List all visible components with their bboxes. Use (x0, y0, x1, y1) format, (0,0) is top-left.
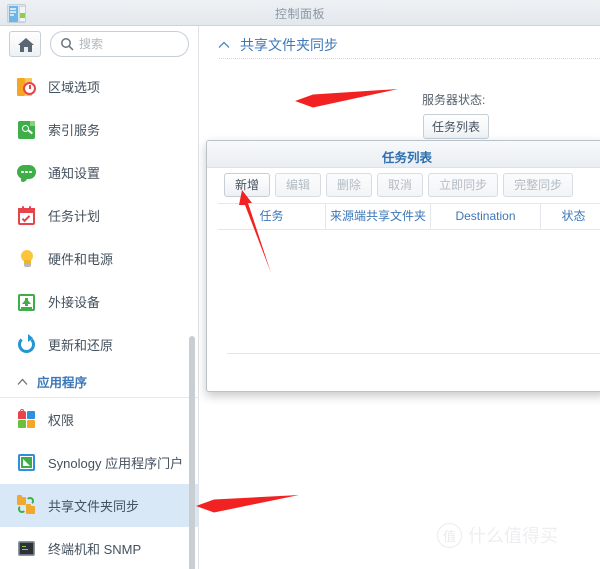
sidebar-item-shared-folder-sync[interactable]: 共享文件夹同步 (0, 484, 198, 527)
sidebar-group-label: 应用程序 (37, 376, 88, 390)
chevron-up-icon (17, 378, 28, 385)
header-divider (219, 58, 600, 59)
watermark-text: 什么值得买 (468, 526, 558, 546)
home-icon (18, 38, 34, 52)
sidebar-item-label: 硬件和电源 (48, 252, 114, 267)
sidebar-item-indexing-service[interactable]: 索引服务 (0, 108, 198, 151)
window-titlebar: 控制面板 (0, 0, 600, 26)
sidebar-scrollbar-thumb[interactable] (189, 336, 195, 569)
section-header[interactable]: 共享文件夹同步 (218, 35, 338, 55)
cancel-button[interactable]: 取消 (377, 172, 424, 197)
external-devices-icon (17, 292, 37, 312)
sidebar-item-privileges[interactable]: 权限 (0, 398, 198, 441)
sidebar-item-label: 终端机和 SNMP (48, 542, 142, 557)
sidebar-item-label: 任务计划 (48, 209, 101, 224)
edit-button[interactable]: 编辑 (275, 172, 322, 197)
sidebar-item-label: 共享文件夹同步 (48, 499, 140, 514)
terminal-snmp-icon (17, 539, 37, 559)
dialog-title: 任务列表 (381, 151, 432, 165)
task-list-button[interactable]: 任务列表 (423, 114, 489, 139)
sidebar-item-label: 索引服务 (48, 123, 101, 138)
sidebar-search-row (0, 26, 199, 65)
sidebar-item-region-options[interactable]: 区域选项 (0, 65, 198, 108)
page-title: 共享文件夹同步 (240, 37, 338, 53)
sidebar-item-task-scheduler[interactable]: 任务计划 (0, 194, 198, 237)
add-button[interactable]: 新增 (224, 172, 271, 197)
indexing-service-icon (17, 120, 37, 140)
delete-button[interactable]: 删除 (326, 172, 373, 197)
sidebar-item-label: 外接设备 (48, 295, 101, 310)
privileges-icon (17, 408, 37, 430)
application-portal-icon (17, 453, 37, 473)
dialog-toolbar: 新增 编辑 删除 取消 立即同步 完整同步 (207, 168, 600, 201)
search-input[interactable] (79, 32, 184, 56)
sidebar-item-label: 更新和还原 (48, 338, 114, 353)
sidebar-group-applications[interactable]: 应用程序 (0, 366, 198, 398)
sidebar-item-application-portal[interactable]: Synology 应用程序门户 (0, 441, 198, 484)
search-box[interactable] (50, 31, 189, 57)
task-table-header: 任务 来源端共享文件夹 Destination 状态 (218, 203, 600, 230)
column-header-status[interactable]: 状态 (541, 203, 600, 230)
sidebar-item-hardware-power[interactable]: 硬件和电源 (0, 237, 198, 280)
sidebar-item-label: 权限 (48, 413, 75, 428)
column-header-source-shared-folder[interactable]: 来源端共享文件夹 (326, 203, 431, 230)
sidebar-item-label: Synology 应用程序门户 (48, 456, 184, 471)
task-list-dialog: 任务列表 新增 编辑 删除 取消 立即同步 完整同步 任务 来源端共享文件夹 D… (206, 140, 600, 392)
hardware-power-icon (17, 249, 37, 269)
sidebar-item-label: 通知设置 (48, 166, 101, 181)
sidebar-item-notification[interactable]: 通知设置 (0, 151, 198, 194)
column-header-destination[interactable]: Destination (431, 203, 541, 230)
task-table-body (218, 230, 600, 352)
full-sync-button[interactable]: 完整同步 (503, 172, 574, 197)
control-panel-window: 控制面板 区域选项 (0, 0, 600, 569)
sidebar: 区域选项 索引服务 通知设置 任务计划 (0, 26, 199, 569)
window-title: 控制面板 (274, 7, 325, 21)
dialog-footer-divider (227, 353, 600, 354)
home-button[interactable] (9, 31, 41, 57)
sidebar-item-update-restore[interactable]: 更新和还原 (0, 323, 198, 366)
notification-icon (17, 163, 37, 183)
column-header-task[interactable]: 任务 (218, 203, 326, 230)
server-status-label: 服务器状态: (422, 93, 486, 107)
sidebar-nav-list: 区域选项 索引服务 通知设置 任务计划 硬件和电源 外接设备 更新和还原 应用程… (0, 65, 198, 569)
watermark-badge: 值 (437, 522, 462, 548)
sidebar-item-external-devices[interactable]: 外接设备 (0, 280, 198, 323)
search-icon (61, 38, 74, 51)
update-restore-icon (17, 333, 37, 355)
sync-now-button[interactable]: 立即同步 (428, 172, 499, 197)
chevron-up-icon (218, 41, 230, 48)
dialog-titlebar: 任务列表 (207, 141, 600, 168)
region-options-icon (17, 77, 37, 97)
sidebar-item-label: 区域选项 (48, 80, 101, 95)
shared-folder-sync-icon (17, 495, 37, 516)
task-scheduler-icon (17, 205, 37, 226)
sidebar-item-terminal-snmp[interactable]: 终端机和 SNMP (0, 527, 198, 569)
watermark: 值 什么值得买 (437, 522, 558, 548)
